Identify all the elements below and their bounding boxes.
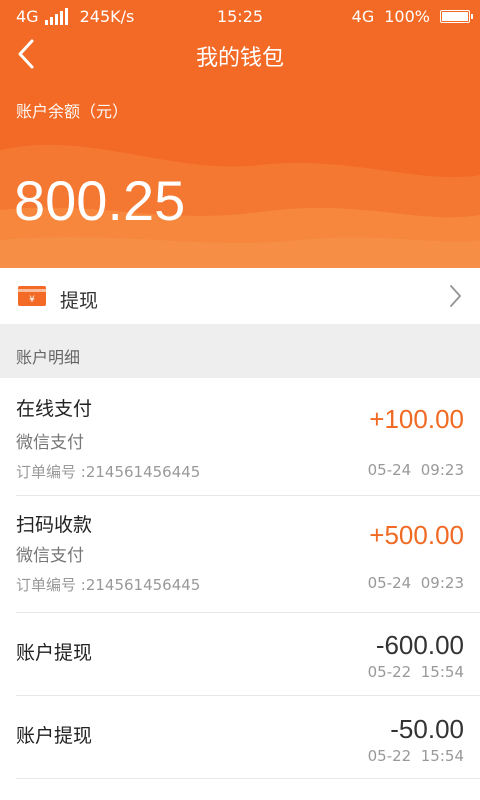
transaction-amount: -600.00 (375, 630, 464, 660)
page-title: 我的钱包 (195, 46, 284, 71)
transaction-item[interactable]: 账户提现 -600.00 05-22 15:54 (0, 613, 480, 696)
transaction-title: 账户提现 (16, 642, 93, 664)
balance-label: 账户余额（元） (16, 102, 129, 121)
battery-percent: 100% (384, 7, 430, 26)
transaction-date: 05-22 15:54 (367, 663, 464, 681)
withdraw-label: 提现 (60, 290, 99, 312)
nav-bar: 我的钱包 (0, 34, 480, 74)
transaction-title: 账户提现 (16, 725, 93, 747)
transaction-title: 在线支付 (16, 398, 93, 420)
transaction-date: 05-22 15:54 (367, 747, 464, 765)
transaction-item[interactable]: 在线支付 微信支付 订单编号 :214561456445 +100.00 05-… (0, 378, 480, 496)
divider (16, 778, 480, 779)
order-number: 订单编号 :214561456445 (16, 576, 201, 594)
wallet-icon: ¥ (18, 286, 46, 306)
order-number: 订单编号 :214561456445 (16, 463, 201, 481)
withdraw-button[interactable]: ¥ 提现 (0, 268, 480, 324)
section-header: 账户明细 (0, 324, 480, 378)
transaction-amount: +500.00 (369, 520, 464, 550)
transaction-date: 05-24 09:23 (367, 574, 464, 592)
transaction-amount: +100.00 (369, 404, 464, 434)
transaction-amount: -50.00 (390, 714, 464, 744)
network-type-right: 4G (351, 7, 375, 26)
payment-method: 微信支付 (16, 433, 84, 453)
balance-amount: 800.25 (14, 169, 186, 232)
svg-text:¥: ¥ (29, 295, 35, 305)
transaction-item[interactable]: 账户提现 -50.00 05-22 15:54 (0, 696, 480, 779)
status-bar: 4G 245K/s 15:25 4G 100% (0, 0, 480, 34)
section-title: 账户明细 (16, 348, 81, 367)
payment-method: 微信支付 (16, 546, 84, 566)
chevron-right-icon (450, 285, 461, 307)
battery-icon (440, 10, 473, 23)
transaction-title: 扫码收款 (16, 514, 93, 536)
wallet-header: 4G 245K/s 15:25 4G 100% 我的钱包 账户余额（元） 800… (0, 0, 480, 268)
transaction-item[interactable]: 扫码收款 微信支付 订单编号 :214561456445 +500.00 05-… (0, 496, 480, 613)
transaction-date: 05-24 09:23 (367, 461, 464, 479)
